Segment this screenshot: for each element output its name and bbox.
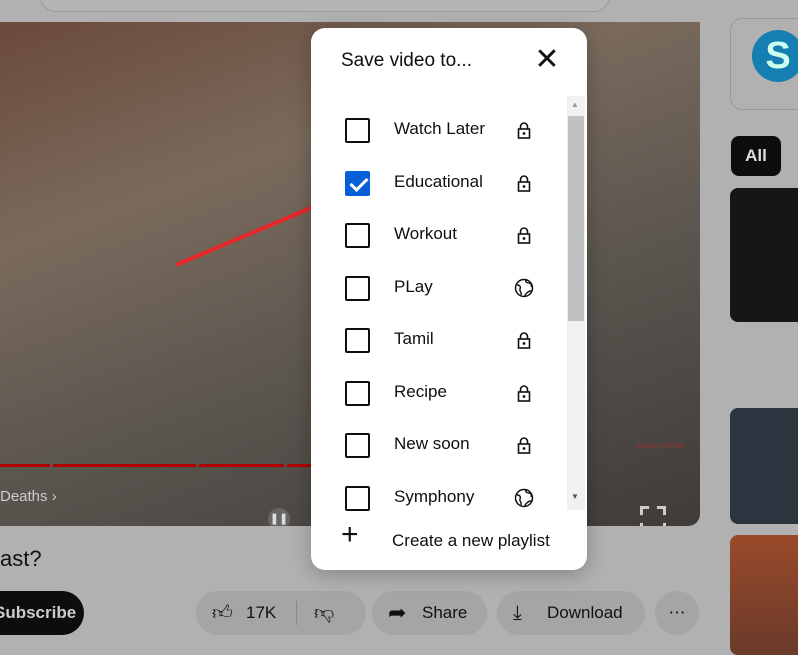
playlist-item[interactable]: Recipe bbox=[311, 367, 567, 419]
playlist-item[interactable]: New soon bbox=[311, 419, 567, 471]
playlist-checkbox[interactable] bbox=[345, 380, 370, 406]
playlist-item[interactable]: Tamil bbox=[311, 314, 567, 366]
plus-icon[interactable]: + bbox=[341, 520, 359, 550]
download-icon: ⤓ bbox=[513, 602, 522, 624]
playlist-item[interactable]: Educational bbox=[311, 157, 567, 209]
playlist-checkbox[interactable] bbox=[345, 433, 370, 458]
divider bbox=[296, 601, 297, 625]
recommended-thumbnail[interactable] bbox=[730, 408, 798, 524]
lock-icon bbox=[514, 120, 534, 140]
dialog-title: Save video to... bbox=[341, 50, 472, 71]
share-button[interactable]: ➦ Share bbox=[372, 591, 487, 635]
playlist-name: PLay bbox=[394, 276, 433, 296]
playlist-name: Recipe bbox=[394, 381, 447, 401]
globe-icon bbox=[514, 278, 534, 298]
playlist-checkbox[interactable] bbox=[345, 170, 370, 196]
playlist-item[interactable]: Symphony bbox=[311, 472, 567, 524]
recommended-thumbnail[interactable] bbox=[730, 535, 798, 655]
scroll-up-arrow[interactable]: ▲ bbox=[571, 100, 579, 109]
playlist-name: Watch Later bbox=[394, 119, 486, 138]
playlist-item[interactable]: Workout bbox=[311, 209, 567, 261]
subscribe-button[interactable]: Subscribe bbox=[0, 591, 84, 635]
lock-icon bbox=[514, 225, 534, 245]
chip-all[interactable]: All bbox=[731, 136, 781, 176]
share-icon: ➦ bbox=[388, 600, 407, 625]
globe-icon bbox=[514, 488, 534, 508]
recommended-thumbnail[interactable] bbox=[730, 188, 798, 322]
thumbs-down-icon[interactable]: 👎︎ bbox=[314, 591, 334, 635]
close-icon[interactable]: ✕ bbox=[534, 45, 560, 75]
lock-icon bbox=[514, 383, 534, 403]
download-button[interactable]: ⤓ Download bbox=[497, 591, 645, 635]
playlist-checkbox[interactable] bbox=[345, 328, 370, 353]
lock-icon bbox=[514, 173, 534, 193]
playlist-checkbox[interactable] bbox=[345, 118, 370, 143]
download-label: Download bbox=[547, 603, 623, 622]
thumbs-up-icon[interactable]: 👍︎ bbox=[212, 591, 233, 635]
channel-logo: S bbox=[752, 30, 798, 82]
scrollbar-thumb[interactable] bbox=[568, 116, 584, 321]
like-count[interactable]: 17K bbox=[246, 591, 276, 635]
playlist-item[interactable]: PLay bbox=[311, 262, 567, 314]
playlist-name: Workout bbox=[394, 224, 457, 243]
playlist-checkbox[interactable] bbox=[345, 275, 370, 301]
create-playlist-button[interactable]: Create a new playlist bbox=[392, 531, 550, 551]
share-label: Share bbox=[422, 603, 468, 622]
playlist-name: New soon bbox=[394, 434, 470, 453]
like-dislike-group: 👍︎ 17K 👎︎ bbox=[196, 591, 366, 635]
playlist-name: Symphony bbox=[394, 486, 475, 506]
playlist-checkbox[interactable] bbox=[345, 485, 370, 511]
scroll-down-arrow[interactable]: ▼ bbox=[571, 492, 579, 501]
more-button[interactable]: ⋯ bbox=[655, 591, 699, 635]
lock-icon bbox=[514, 435, 534, 455]
playlist-name: Educational bbox=[394, 171, 483, 191]
save-to-playlist-dialog: Save video to... ✕ Watch Later Education… bbox=[311, 28, 587, 570]
lock-icon bbox=[514, 330, 534, 350]
video-title: ast? bbox=[0, 546, 42, 571]
playlist-item[interactable]: Watch Later bbox=[311, 104, 567, 156]
playlist-checkbox[interactable] bbox=[345, 223, 370, 248]
playlist-name: Tamil bbox=[394, 329, 434, 348]
